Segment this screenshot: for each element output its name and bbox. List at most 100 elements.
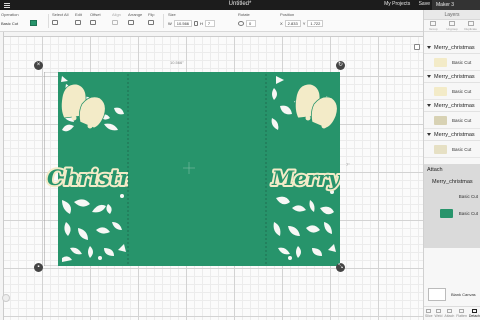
detach-label: Detach	[468, 314, 480, 318]
slice-button[interactable]: Slice	[425, 309, 433, 318]
my-projects-link[interactable]: My Projects	[384, 1, 410, 7]
duplicate-label: Duplicate	[464, 26, 477, 31]
rotate-input[interactable]: 0	[246, 20, 256, 27]
weld-button[interactable]: Weld	[434, 309, 443, 318]
select-all-label: Select All	[52, 12, 69, 17]
edit-label: Edit	[75, 12, 82, 17]
layer-operation: Basic Cut	[452, 146, 472, 152]
layer-item[interactable]: Merry_christmas Basic Cut	[424, 101, 480, 129]
chevron-down-icon[interactable]	[427, 133, 431, 137]
attach-sublayer-operation: Basic Cut	[458, 211, 478, 216]
selection-width-label: 10.566"	[170, 60, 184, 65]
toolbar-divider	[48, 14, 49, 28]
arrange-label: Arrange	[128, 12, 143, 17]
blank-canvas-swatch[interactable]	[428, 288, 446, 301]
layer-name: Merry_christmas	[434, 45, 475, 51]
rotate-label: Rotate	[238, 12, 250, 17]
scale-handle-icon[interactable]: ⤡	[336, 263, 345, 272]
card-design[interactable]: Christmas Christmas Merry Merry	[44, 72, 340, 266]
layers-footer: Slice Weld Attach Flatten Detach	[424, 306, 480, 320]
layer-thumbnail	[434, 86, 447, 96]
flatten-button[interactable]: Flatten	[456, 309, 467, 318]
selection-height-label: 7"	[346, 162, 350, 167]
title-bar: Untitled* My Projects Save Maker 3	[0, 0, 480, 10]
height-prefix: H	[200, 21, 203, 26]
operation-group: Operation Basic Cut	[1, 12, 38, 26]
duplicate-icon	[467, 20, 474, 26]
flip-label: Flip	[148, 12, 155, 17]
attach-button[interactable]: Attach	[444, 309, 454, 318]
layer-thumbnail	[434, 144, 447, 154]
operation-label: Operation	[1, 12, 19, 17]
flip-icon[interactable]	[148, 20, 154, 25]
layer-operation: Basic Cut	[452, 59, 472, 65]
attach-label: Attach	[427, 167, 443, 173]
edit-icon[interactable]	[75, 20, 81, 25]
chevron-down-icon[interactable]	[427, 46, 431, 50]
layers-header: Layers	[424, 10, 480, 20]
layers-panel: Layers Group Ungroup Duplicate Merry_chr…	[423, 10, 480, 320]
rotate-handle-icon[interactable]: ↻	[336, 61, 345, 70]
detach-icon	[471, 309, 477, 313]
chevron-down-icon[interactable]	[427, 75, 431, 79]
attach-sublayer-operation: Basic Cut	[458, 194, 478, 199]
layer-name: Merry_christmas	[434, 74, 475, 80]
align-icon[interactable]	[112, 20, 118, 25]
operation-dropdown[interactable]: Basic Cut	[1, 21, 18, 26]
lock-icon[interactable]	[194, 21, 199, 26]
save-button[interactable]: Save	[419, 1, 430, 7]
width-prefix: W	[168, 21, 172, 26]
slice-label: Slice	[424, 314, 433, 318]
right-text-group: Merry Merry	[269, 164, 340, 192]
blank-canvas[interactable]: Blank Canvas	[428, 288, 476, 301]
toolbar-divider	[163, 14, 164, 28]
flatten-icon	[459, 309, 465, 313]
ungroup-label: Ungroup	[446, 26, 458, 31]
edit-toolbar: Operation Basic Cut Select All Edit Offs…	[0, 10, 423, 32]
canvas-zoom-icon[interactable]	[414, 44, 420, 50]
width-input[interactable]: 10.566	[173, 20, 193, 27]
layer-thumbnail	[434, 57, 447, 67]
layer-item[interactable]: Merry_christmas Basic Cut	[424, 72, 480, 100]
weld-icon	[435, 309, 441, 313]
group-label: Group	[429, 26, 438, 31]
ungroup-button[interactable]: Ungroup	[445, 20, 459, 31]
card-artwork[interactable]: Christmas Christmas Merry Merry	[44, 72, 340, 266]
group-button[interactable]: Group	[426, 20, 440, 31]
rotate-icon	[238, 21, 244, 26]
offset-group: Offset	[90, 12, 101, 25]
layers-toolbar: Group Ungroup Duplicate	[424, 20, 480, 32]
merry-text: Merry	[271, 166, 340, 190]
layer-item[interactable]: Merry_christmas Basic Cut	[424, 43, 480, 71]
select-all-icon[interactable]	[52, 20, 58, 25]
layer-operation: Basic Cut	[452, 117, 472, 123]
weld-label: Weld	[434, 314, 443, 318]
duplicate-button[interactable]: Duplicate	[464, 20, 478, 31]
attach-button-label: Attach	[444, 314, 455, 318]
delete-handle-icon[interactable]: ×	[34, 61, 43, 70]
arrange-icon[interactable]	[128, 20, 134, 25]
flip-group: Flip	[148, 12, 154, 25]
chevron-down-icon[interactable]	[427, 104, 431, 108]
lock-handle-icon[interactable]: ▪	[34, 263, 43, 272]
attach-group[interactable]: Attach Merry_christmas Basic Cut Basic C…	[424, 164, 480, 248]
detach-button[interactable]: Detach	[469, 309, 480, 318]
layer-item[interactable]: Merry_christmas Basic Cut	[424, 130, 480, 158]
attach-sublayer[interactable]: Basic Cut	[424, 205, 480, 222]
x-prefix: X	[280, 21, 283, 26]
color-swatch[interactable]	[30, 20, 38, 26]
position-x-input[interactable]: 2.833	[284, 20, 301, 27]
layer-operation: Basic Cut	[452, 88, 472, 94]
group-icon	[430, 20, 437, 26]
align-label: Align	[112, 12, 121, 17]
attach-sublayer[interactable]: Basic Cut	[424, 188, 480, 205]
arrange-group: Arrange	[128, 12, 142, 25]
left-ruler	[0, 32, 4, 320]
position-y-input[interactable]: 1.722	[307, 20, 324, 27]
canvas-zoom-out-icon[interactable]	[2, 294, 10, 302]
offset-icon[interactable]	[90, 20, 96, 25]
machine-selector[interactable]: Maker 3	[432, 0, 480, 10]
attach-group-name: Merry_christmas	[432, 179, 473, 185]
height-input[interactable]: 7	[204, 20, 215, 27]
rotate-group: Rotate 0	[238, 12, 256, 27]
